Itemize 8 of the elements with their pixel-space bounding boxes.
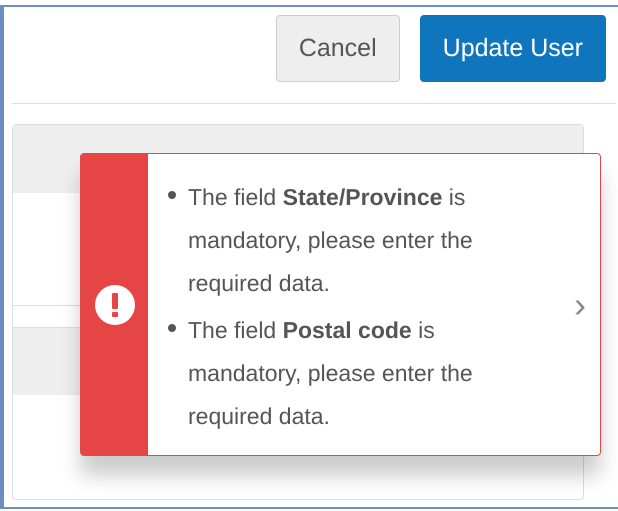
update-button[interactable]: Update User xyxy=(420,15,606,82)
error-message: The field State/Province is mandatory, please enter the required data. xyxy=(188,183,474,298)
bullet-icon xyxy=(168,324,176,332)
expand-chevron[interactable]: › xyxy=(574,286,586,322)
exclamation-icon xyxy=(94,284,134,324)
bullet-icon xyxy=(168,191,176,199)
cancel-button[interactable]: Cancel xyxy=(276,15,400,82)
error-message: The field Postal code is mandatory, please enter the required data. xyxy=(188,316,474,431)
